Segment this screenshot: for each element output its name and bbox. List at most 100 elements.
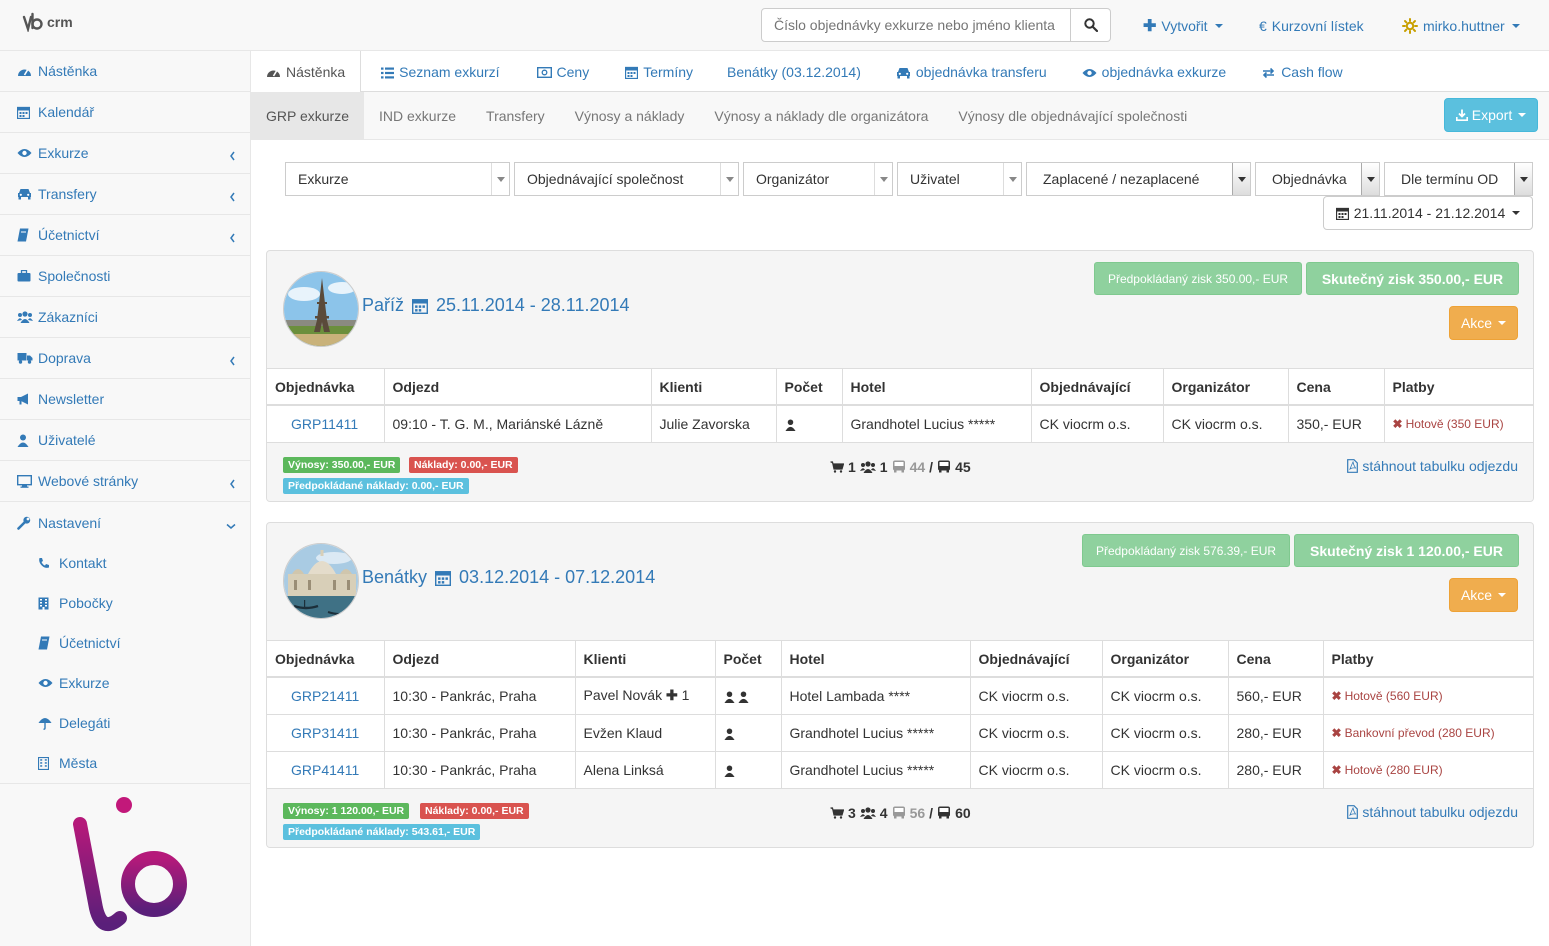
tab-objednavka-transferu[interactable]: objednávka transferu [876, 51, 1062, 92]
col-organizator: Organizátor [1102, 641, 1229, 678]
date-range-picker[interactable]: 21.11.2014 - 21.12.2014 [1323, 196, 1533, 230]
sidebar-item-nastaveni[interactable]: Nastavení [0, 502, 250, 543]
akce-button[interactable]: Akce [1449, 306, 1518, 340]
dashboard-icon [266, 64, 281, 80]
payment-cell: ✖ Bankovní převod (280 EUR) [1323, 714, 1533, 752]
filter-dle-terminu[interactable]: Dle termínu OD [1384, 162, 1533, 196]
subtab-grp-exkurze[interactable]: GRP exkurze [251, 92, 364, 140]
exchange-label: Kurzovní lístek [1271, 17, 1364, 34]
chevron-left-icon [229, 352, 236, 368]
brand-logo[interactable]: crm [22, 12, 73, 32]
sidebar-subitem-exkurze[interactable]: Exkurze [0, 663, 250, 703]
sidebar-subitem-kontakt[interactable]: Kontakt [0, 543, 250, 583]
bus-icon [938, 460, 951, 473]
tab-ceny[interactable]: Ceny [515, 51, 605, 92]
actual-profit-button[interactable]: Skutečný zisk 1 120.00,- EUR [1294, 534, 1519, 567]
order-link[interactable]: GRP11411 [291, 416, 358, 432]
subtab-ind-exkurze[interactable]: IND exkurze [364, 92, 471, 140]
tab-terminy[interactable]: Termíny [604, 51, 708, 92]
gear-icon [1402, 17, 1418, 34]
subtab-vynosy-naklady-organizator[interactable]: Výnosy a náklady dle organizátora [699, 92, 943, 140]
trip-title[interactable]: Paříž 25.11.2014 - 28.11.2014 [362, 295, 630, 316]
client-cell: Pavel Novák ✚ 1 [575, 677, 716, 715]
sidebar-item-newsletter[interactable]: Newsletter [0, 379, 250, 420]
download-icon [1455, 109, 1468, 121]
building-icon [38, 597, 54, 610]
expected-profit-button[interactable]: Předpokládaný zisk 350.00,- EUR [1094, 262, 1302, 295]
expected-profit-button[interactable]: Předpokládaný zisk 576.39,- EUR [1082, 534, 1290, 567]
client-cell: Alena Linksá [575, 751, 716, 789]
filter-objednavajici[interactable]: Objednávající společnost [514, 162, 739, 196]
sidebar-item-spolecnosti[interactable]: Společnosti [0, 256, 250, 297]
capacity-count: 56 [909, 804, 926, 821]
tab-objednavka-exkurze[interactable]: objednávka exkurze [1062, 51, 1242, 92]
sidebar-item-label: Doprava [38, 350, 91, 366]
company-cell: CK viocrm o.s. [970, 677, 1103, 715]
chevron-left-icon [229, 229, 236, 245]
sidebar-subitem-mesta[interactable]: Města [0, 743, 250, 783]
trip-title[interactable]: Benátky 03.12.2014 - 07.12.2014 [362, 567, 655, 588]
select-arrow-icon [874, 163, 892, 195]
tab-nastenka[interactable]: Nástěnka [251, 51, 362, 93]
sidebar-item-doprava[interactable]: Doprava [0, 338, 250, 379]
departure-cell: 09:10 - T. G. M., Mariánské Lázně [384, 405, 652, 443]
filter-objednavka[interactable]: Objednávka [1255, 162, 1380, 196]
sidebar-item-uzivatele[interactable]: Uživatelé [0, 420, 250, 461]
subtab-vynosy-spolecnost[interactable]: Výnosy dle objednávající společnosti [943, 92, 1202, 140]
sidebar-item-transfery[interactable]: Transfery [0, 174, 250, 215]
sidebar-item-label: Webové stránky [38, 473, 139, 489]
filter-exkurze[interactable]: Exkurze [285, 162, 510, 196]
sidebar-item-zakaznici[interactable]: Zákazníci [0, 297, 250, 338]
search-input[interactable] [761, 8, 1071, 42]
capacity-count: 44 [909, 458, 926, 475]
sidebar-subitem-ucetnictvi[interactable]: Účetnictví [0, 623, 250, 663]
building-icon [38, 756, 54, 770]
export-button[interactable]: Export [1444, 98, 1538, 132]
sidebar-item-nastenka[interactable]: Nástěnka [0, 51, 250, 92]
orders-count: 3 [848, 804, 856, 821]
select-arrow-icon [1514, 163, 1532, 195]
trip-stats: 1 1 44 / 45 [830, 459, 971, 475]
order-link[interactable]: GRP41411 [291, 762, 359, 778]
chevron-left-icon [229, 188, 236, 204]
sidebar-item-ucetnictvi[interactable]: Účetnictví [0, 215, 250, 256]
create-dropdown[interactable]: ✚ Vytvořit [1143, 0, 1223, 51]
sidebar-subitem-pobocky[interactable]: Pobočky [0, 583, 250, 623]
sidebar-subitem-delegati[interactable]: Delegáti [0, 703, 250, 743]
caret-down-icon [1511, 23, 1520, 28]
order-link[interactable]: GRP31411 [291, 725, 359, 741]
calendar-icon [435, 570, 452, 586]
filter-zaplacene[interactable]: Zaplacené / nezaplacené [1026, 162, 1251, 196]
filter-organizator[interactable]: Organizátor [743, 162, 893, 196]
organizer-cell: CK viocrm o.s. [1102, 677, 1229, 715]
trip-city: Benátky [362, 567, 428, 587]
filter-uzivatel[interactable]: Uživatel [897, 162, 1022, 196]
subtab-transfery[interactable]: Transfery [471, 92, 560, 140]
akce-button[interactable]: Akce [1449, 578, 1518, 612]
search-button[interactable] [1071, 8, 1111, 42]
sidebar-item-exkurze[interactable]: Exkurze [0, 133, 250, 174]
tab-seznam-exkurzi[interactable]: Seznam exkurzí [361, 51, 514, 92]
download-table-link[interactable]: stáhnout tabulku odjezdu [1347, 458, 1518, 474]
count-cell [715, 677, 782, 715]
export-label: Export [1471, 107, 1513, 123]
user-dropdown[interactable]: mirko.huttner [1402, 0, 1520, 51]
price-cell: 280,- EUR [1228, 714, 1324, 752]
exchange-rate-link[interactable]: € Kurzovní lístek [1259, 0, 1364, 51]
calendar-icon [625, 64, 639, 80]
username-label: mirko.huttner [1423, 17, 1505, 34]
chevron-left-icon [229, 475, 236, 491]
tab-benatky[interactable]: Benátky (03.12.2014) [708, 51, 876, 92]
hotel-cell: Grandhotel Lucius ***** [781, 751, 971, 789]
download-table-link[interactable]: stáhnout tabulku odjezdu [1347, 804, 1518, 820]
chevron-left-icon [229, 147, 236, 163]
table-header-row: Objednávka Odjezd Klienti Počet Hotel Ob… [267, 641, 1533, 678]
sidebar-item-kalendar[interactable]: Kalendář [0, 92, 250, 133]
order-link[interactable]: GRP21411 [291, 688, 359, 704]
actual-profit-button[interactable]: Skutečný zisk 350.00,- EUR [1306, 262, 1519, 295]
sidebar-item-webove-stranky[interactable]: Webové stránky [0, 461, 250, 502]
tab-cash-flow[interactable]: Cash flow [1241, 51, 1357, 92]
col-platby: Platby [1384, 369, 1533, 406]
dashboard-icon [17, 65, 33, 78]
subtab-vynosy-naklady[interactable]: Výnosy a náklady [560, 92, 700, 140]
